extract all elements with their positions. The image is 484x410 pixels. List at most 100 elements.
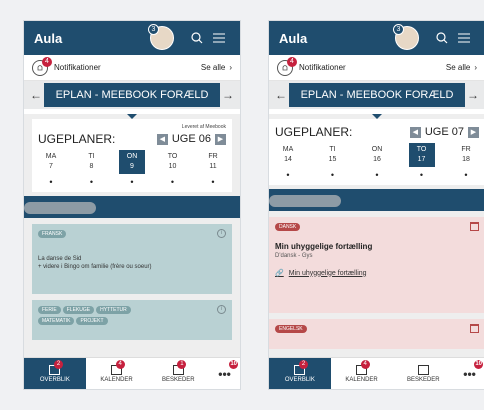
content-area: UGEPLANER: ◀ UGE 07 ▶ MA 14 TI 15 ON 16 TO 1… xyxy=(269,114,484,357)
next-week-button[interactable]: ▶ xyxy=(468,126,479,138)
widget-title: EPLAN - MEEBOOK FORÆLD xyxy=(289,83,465,107)
lesson-card[interactable]: ENGELSK xyxy=(269,319,484,349)
arrow-right-icon[interactable]: → xyxy=(220,88,236,102)
nav-more[interactable]: ••• 10 xyxy=(209,358,240,389)
more-icon: ••• xyxy=(218,366,231,381)
notifications-row[interactable]: 4 Notifikationer Se alle › xyxy=(269,55,484,81)
day-tab-active[interactable]: TO 17 xyxy=(408,143,435,167)
dot: • xyxy=(211,177,215,187)
day-number: 15 xyxy=(328,156,337,163)
dot: • xyxy=(286,170,290,180)
see-all-link[interactable]: Se alle xyxy=(446,63,470,72)
notifications-label: Notifikationer xyxy=(299,63,346,72)
lesson-card[interactable]: FERIE FLEKUGE HYTTETUR MATEMATIK PROJEKT i xyxy=(32,300,232,340)
subject-tag: PROJEKT xyxy=(76,317,108,325)
nav-label: BESKEDER xyxy=(406,376,440,383)
day-selector: MA 14 TI 15 ON 16 TO 17 FR 18 xyxy=(269,141,484,169)
provided-by: Leveret af Meebook xyxy=(181,124,226,130)
day-tab[interactable]: ON 16 xyxy=(364,143,390,167)
notifications-row[interactable]: 4 Notifikationer Se alle › xyxy=(24,55,240,81)
bottom-nav: OVERBLIK 2 KALENDER 4 BESKEDER 1 ••• 10 xyxy=(24,357,240,389)
chevron-right-icon: › xyxy=(229,63,232,72)
day-tab[interactable]: MA 14 xyxy=(275,143,301,167)
nav-badge: 10 xyxy=(474,360,484,369)
app-logo: Aula xyxy=(34,30,63,46)
info-icon[interactable]: i xyxy=(217,305,226,314)
nav-overview[interactable]: OVERBLIK 2 xyxy=(24,358,86,389)
dot: • xyxy=(130,177,134,187)
day-dots: • • • • • xyxy=(32,176,232,192)
day-number: 10 xyxy=(168,163,177,170)
prev-week-button[interactable]: ◀ xyxy=(409,126,421,138)
attachment-link[interactable]: 🔗 Min uhyggelige fortælling xyxy=(275,269,479,278)
avatar-count: 3 xyxy=(148,24,159,35)
day-number: 18 xyxy=(462,156,470,163)
search-icon[interactable] xyxy=(436,32,448,44)
next-week-button[interactable]: ▶ xyxy=(215,133,226,145)
nav-messages[interactable]: BESKEDER 1 xyxy=(147,358,209,389)
day-name: FR xyxy=(461,146,471,153)
day-name: TO xyxy=(416,146,427,153)
day-tab[interactable]: MA 7 xyxy=(38,150,64,174)
search-icon[interactable] xyxy=(191,32,203,44)
messages-icon xyxy=(417,364,429,375)
dot: • xyxy=(464,170,468,180)
profile-avatar[interactable]: 3 xyxy=(393,24,419,50)
nav-badge: 4 xyxy=(115,360,125,369)
day-tab[interactable]: TI 15 xyxy=(320,143,346,167)
nav-messages[interactable]: BESKEDER xyxy=(392,358,454,389)
nav-overview[interactable]: OVERBLIK 2 xyxy=(269,358,331,389)
day-number: 11 xyxy=(209,163,217,170)
dot: • xyxy=(89,177,94,187)
weekplans-label: UGEPLANER: xyxy=(275,125,353,139)
day-number: 8 xyxy=(89,163,94,170)
nav-calendar[interactable]: KALENDER 4 xyxy=(331,358,393,389)
add-to-calendar-icon[interactable] xyxy=(470,222,479,231)
nav-calendar[interactable]: KALENDER 4 xyxy=(86,358,148,389)
day-tab-active[interactable]: ON 9 xyxy=(119,150,145,174)
dot: • xyxy=(419,170,424,180)
top-bar: Aula 3 xyxy=(269,21,484,55)
bottom-nav: OVERBLIK 2 KALENDER 4 BESKEDER ••• 10 xyxy=(269,357,484,389)
day-name: TI xyxy=(329,146,336,153)
info-icon[interactable]: i xyxy=(217,229,226,238)
week-number: UGE 07 xyxy=(424,126,464,138)
widget-carousel: ← EPLAN - MEEBOOK FORÆLD → xyxy=(24,81,240,109)
day-number: 17 xyxy=(417,156,426,163)
nav-badge: 10 xyxy=(229,360,239,369)
arrow-left-icon[interactable]: ← xyxy=(273,88,289,102)
day-tab[interactable]: TI 8 xyxy=(79,150,105,174)
day-tab[interactable]: FR 18 xyxy=(453,143,479,167)
add-to-calendar-icon[interactable] xyxy=(470,324,479,333)
day-tab[interactable]: FR 11 xyxy=(200,150,226,174)
day-tab[interactable]: TO 10 xyxy=(160,150,186,174)
day-name: MA xyxy=(282,146,294,153)
prev-week-button[interactable]: ◀ xyxy=(156,133,168,145)
phone-screen-week-06: Aula 3 4 Notifikationer Se alle › ← EPLA… xyxy=(23,20,241,390)
notification-icon: 4 xyxy=(277,56,297,76)
avatar-count: 3 xyxy=(393,24,404,35)
week-number: UGE 06 xyxy=(171,133,211,145)
lesson-card[interactable]: FRANSK i La danse de Sid + videre i Bing… xyxy=(32,224,232,294)
top-bar: Aula 3 xyxy=(24,21,240,55)
profile-avatar[interactable]: 3 xyxy=(148,24,174,50)
see-all-link[interactable]: Se alle xyxy=(201,63,225,72)
widget-carousel: ← EPLAN - MEEBOOK FORÆLD → xyxy=(269,81,484,109)
day-number: 9 xyxy=(130,163,134,170)
dot: • xyxy=(330,170,335,180)
menu-icon[interactable] xyxy=(458,33,470,43)
dot: • xyxy=(49,177,53,187)
nav-label: OVERBLIK xyxy=(284,376,315,383)
lesson-card[interactable]: DANSK Min uhyggelige fortælling D'dansk … xyxy=(269,217,484,313)
arrow-right-icon[interactable]: → xyxy=(465,88,481,102)
menu-icon[interactable] xyxy=(213,33,225,43)
day-number: 14 xyxy=(284,156,292,163)
redacted-name xyxy=(269,195,341,207)
content-area: Leveret af Meebook UGEPLANER: ◀ UGE 06 ▶… xyxy=(24,114,240,357)
day-name: TO xyxy=(167,153,178,160)
nav-more[interactable]: ••• 10 xyxy=(454,358,484,389)
weekplan-card: Leveret af Meebook UGEPLANER: ◀ UGE 06 ▶… xyxy=(32,119,232,192)
day-name: MA xyxy=(45,153,57,160)
widget-title: EPLAN - MEEBOOK FORÆLD xyxy=(44,83,220,107)
arrow-left-icon[interactable]: ← xyxy=(28,88,44,102)
